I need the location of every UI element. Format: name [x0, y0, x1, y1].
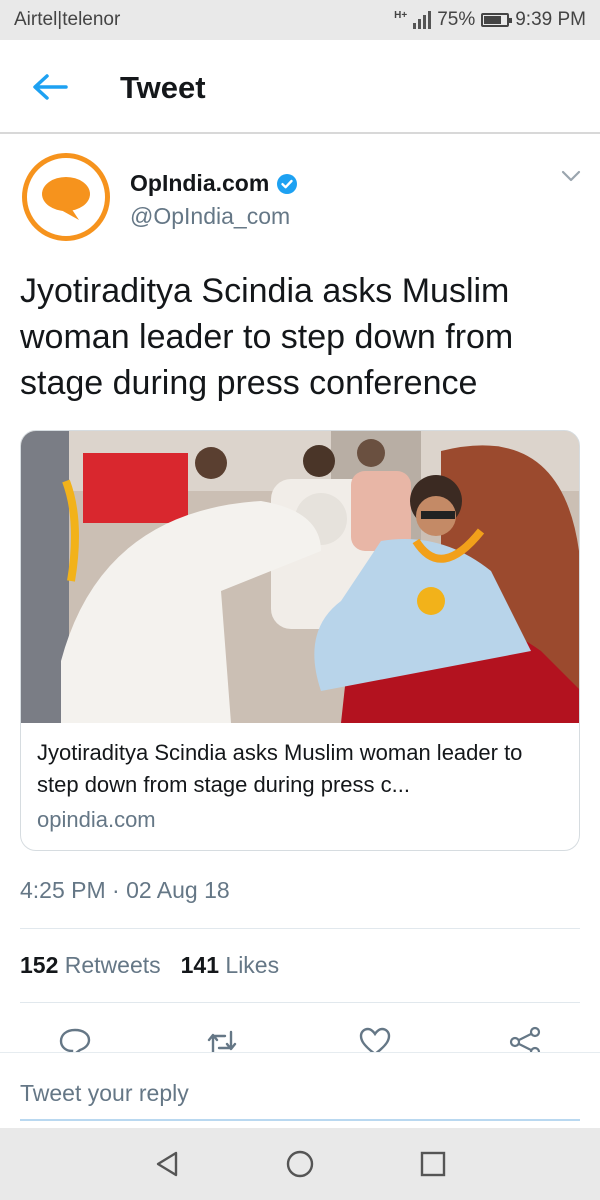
avatar[interactable] [22, 153, 110, 241]
battery-percent: 75% [437, 9, 476, 30]
system-nav-bar [0, 1128, 600, 1200]
likes-label: Likes [225, 952, 280, 978]
card-title: Jyotiraditya Scindia asks Muslim woman l… [37, 740, 523, 797]
clock: 9:39 PM [515, 9, 586, 30]
likes-stat[interactable]: 141 Likes [181, 952, 279, 979]
home-circle-icon[interactable] [284, 1148, 316, 1180]
card-image [21, 431, 579, 723]
arrow-left-icon[interactable] [30, 72, 70, 102]
status-icons: H+ 75% 9:39 PM [394, 9, 586, 31]
reply-bar [0, 1052, 600, 1128]
status-bar: Airtel|telenor H+ 75% 9:39 PM [0, 0, 600, 40]
network-type: H+ [394, 10, 408, 21]
chevron-down-icon[interactable] [560, 168, 582, 184]
divider [20, 928, 580, 929]
action-bar [0, 1020, 600, 1052]
card-domain: opindia.com [37, 807, 156, 832]
retweet-icon[interactable] [205, 1026, 239, 1052]
retweets-stat[interactable]: 152 Retweets [20, 952, 161, 979]
battery-icon [481, 13, 513, 27]
reply-icon[interactable] [58, 1026, 92, 1052]
author-handle[interactable]: @OpIndia_com [130, 203, 290, 230]
share-icon[interactable] [508, 1026, 542, 1052]
like-icon[interactable] [358, 1026, 392, 1052]
reply-input[interactable] [20, 1073, 580, 1121]
tweet-stats: 152 Retweets 141 Likes [20, 952, 279, 979]
verified-badge-icon [277, 173, 298, 194]
speech-bubble-icon [42, 177, 90, 220]
recents-square-icon[interactable] [417, 1148, 449, 1180]
author-name[interactable]: OpIndia.com [130, 170, 298, 197]
tweet-timestamp: 4:25 PM · 02 Aug 18 [20, 877, 230, 903]
author-name-text: OpIndia.com [130, 170, 270, 196]
link-card[interactable]: Jyotiraditya Scindia asks Muslim woman l… [20, 430, 580, 851]
tweet-text: Jyotiraditya Scindia asks Muslim woman l… [20, 272, 514, 402]
back-triangle-icon[interactable] [152, 1148, 184, 1180]
carrier-label: Airtel|telenor [14, 9, 121, 30]
retweets-count: 152 [20, 952, 59, 978]
retweets-label: Retweets [64, 952, 161, 978]
page-title: Tweet [120, 70, 206, 105]
app-header: Tweet [0, 40, 600, 134]
divider [20, 1002, 580, 1003]
signal-icon [413, 11, 432, 29]
likes-count: 141 [180, 952, 220, 978]
